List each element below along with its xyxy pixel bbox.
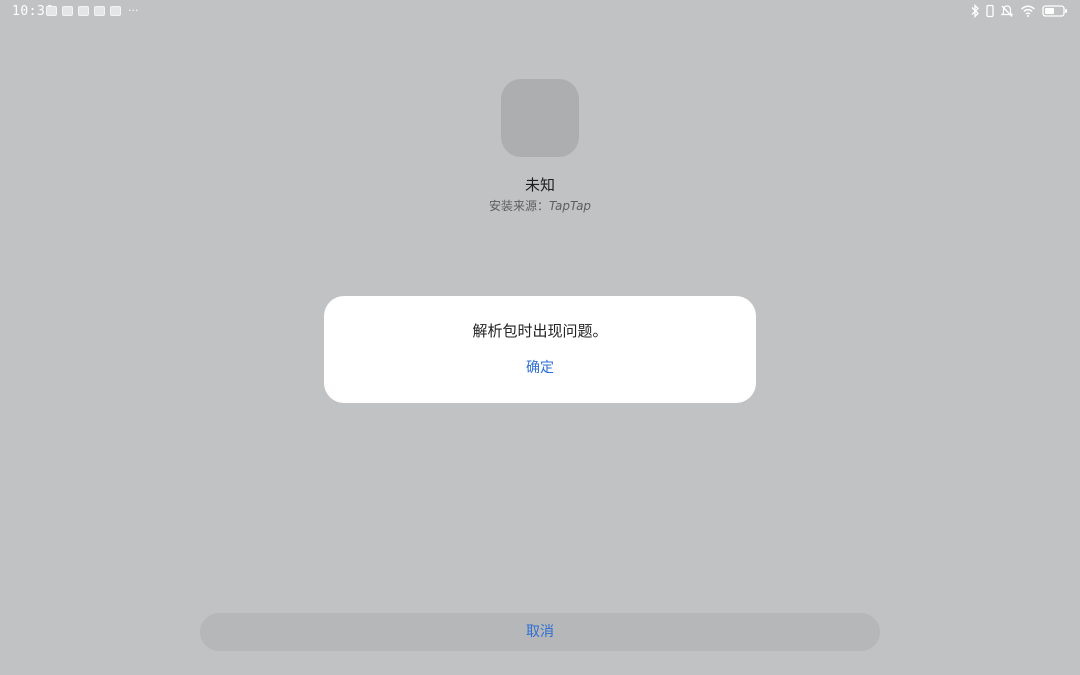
- notification-icons: ···: [46, 4, 139, 17]
- notification-icon: [46, 6, 57, 16]
- install-source: 安装来源：TapTap: [0, 197, 1080, 214]
- notification-icon: [78, 6, 89, 16]
- error-dialog: 解析包时出现问题。 确定: [324, 296, 756, 403]
- install-source-label: 安装来源：: [488, 199, 549, 213]
- status-bar: 10:36 ···: [0, 0, 1080, 24]
- confirm-button[interactable]: 确定: [490, 354, 590, 382]
- battery-icon: [1042, 5, 1067, 17]
- mute-icon: [1000, 5, 1014, 17]
- more-notifications-icon: ···: [128, 4, 139, 17]
- wifi-icon: [1021, 5, 1035, 17]
- notification-icon: [110, 6, 121, 16]
- system-icons: [970, 4, 1068, 18]
- app-name: 未知: [524, 176, 555, 194]
- notification-icon: [62, 6, 73, 16]
- app-icon-placeholder: [501, 79, 579, 157]
- cancel-button[interactable]: 取消: [200, 613, 880, 651]
- dialog-message: 解析包时出现问题。: [472, 322, 608, 340]
- notification-icon: [94, 6, 105, 16]
- install-source-value: TapTap: [548, 199, 592, 213]
- bluetooth-icon: [971, 4, 979, 18]
- vibrate-icon: [986, 4, 994, 18]
